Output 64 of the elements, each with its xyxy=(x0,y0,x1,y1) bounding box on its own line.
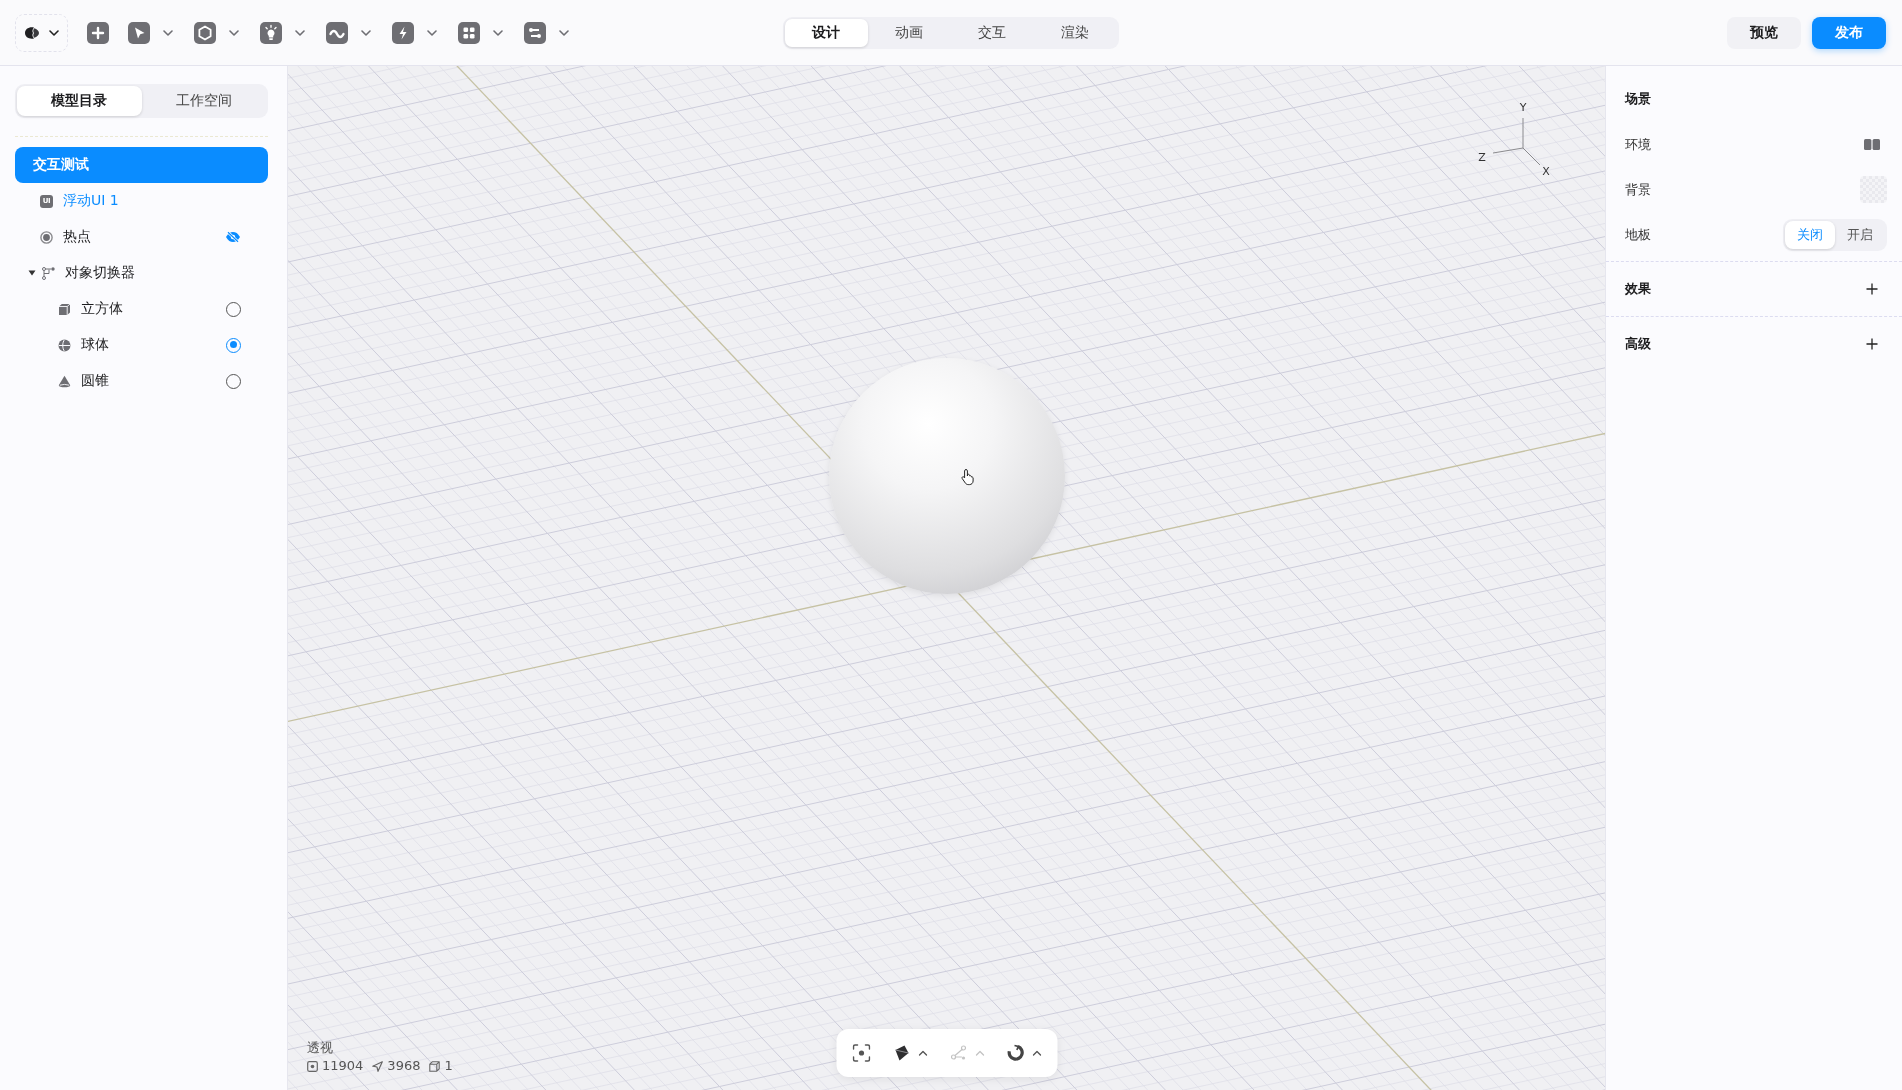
caret-icon[interactable] xyxy=(28,270,36,276)
target-icon xyxy=(40,230,53,244)
mode-tab[interactable]: 设计 xyxy=(784,18,868,47)
stat-value: 1 xyxy=(444,1057,453,1075)
plus-icon[interactable] xyxy=(87,21,109,44)
lightbulb-icon[interactable] xyxy=(260,21,282,44)
chevron-down-icon[interactable] xyxy=(229,29,239,36)
circular-arrow-icon[interactable] xyxy=(1006,1044,1024,1062)
leaf-logo-icon xyxy=(24,25,40,40)
projection-label: 透视 xyxy=(307,1039,334,1057)
focus-icon[interactable] xyxy=(852,1044,870,1062)
tree-item[interactable]: 圆锥 xyxy=(15,363,268,399)
arrow-outline-icon xyxy=(372,1060,384,1072)
section-title: 场景 xyxy=(1625,90,1651,108)
wave-icon[interactable] xyxy=(326,21,348,44)
mode-tab[interactable]: 交互 xyxy=(950,18,1034,47)
tree-item[interactable]: 球体 xyxy=(15,327,268,363)
lightning-icon[interactable] xyxy=(392,21,414,44)
section-title: 高级 xyxy=(1625,335,1651,353)
sliders-icon[interactable] xyxy=(524,21,546,44)
plus-icon[interactable] xyxy=(1866,338,1878,350)
tab[interactable]: 模型目录 xyxy=(17,86,142,116)
chevron-down-icon xyxy=(49,29,59,36)
axis-label: Y xyxy=(1519,101,1527,114)
tree-item[interactable]: 热点 xyxy=(15,219,268,255)
dot-square-icon xyxy=(307,1060,318,1072)
chevron-down-icon[interactable] xyxy=(163,29,173,36)
toggle-option[interactable]: 开启 xyxy=(1835,220,1885,249)
cube-outline-icon xyxy=(429,1060,441,1072)
eye-off-icon[interactable] xyxy=(225,231,241,243)
tab[interactable]: 工作空间 xyxy=(141,86,266,116)
chevron-down-icon[interactable] xyxy=(493,29,503,36)
branch-icon xyxy=(42,266,55,280)
chevron-down-icon[interactable] xyxy=(361,29,371,36)
tree-item[interactable]: 立方体 xyxy=(15,291,268,327)
chevron-down-icon[interactable] xyxy=(427,29,437,36)
property-label: 环境 xyxy=(1625,135,1651,154)
mode-tab[interactable]: 动画 xyxy=(867,18,951,47)
tree-item[interactable]: 对象切换器 xyxy=(15,255,268,291)
cone-icon xyxy=(58,374,71,388)
mode-tab[interactable]: 渲染 xyxy=(1033,18,1117,47)
solid-shape-icon[interactable] xyxy=(892,1044,910,1062)
toggle-option[interactable]: 关闭 xyxy=(1785,220,1835,249)
caret-up-icon[interactable] xyxy=(1032,1050,1041,1056)
axis-label: X xyxy=(1542,165,1550,178)
stat-value: 3968 xyxy=(387,1057,421,1075)
cube-icon xyxy=(58,302,71,316)
chevron-down-icon[interactable] xyxy=(295,29,305,36)
two-panel-icon[interactable] xyxy=(1864,139,1880,150)
caret-up-icon[interactable] xyxy=(918,1050,927,1056)
hand-cursor-icon xyxy=(960,468,976,486)
secondary-button[interactable]: 预览 xyxy=(1727,16,1801,49)
globe-icon xyxy=(58,338,71,352)
grid-icon[interactable] xyxy=(458,21,480,44)
property-label: 背景 xyxy=(1625,180,1651,199)
cursor-icon[interactable] xyxy=(128,21,150,44)
property-label: 地板 xyxy=(1625,225,1651,244)
section-title: 效果 xyxy=(1625,280,1651,298)
stat-value: 11904 xyxy=(322,1057,364,1075)
chevron-down-icon[interactable] xyxy=(559,29,569,36)
plus-icon[interactable] xyxy=(1866,283,1878,295)
axis-label: Z xyxy=(1478,151,1486,164)
3d-viewport[interactable]: Y Z X 透视 11904 3968 1 xyxy=(288,66,1605,1090)
logo-menu-button[interactable] xyxy=(15,13,68,52)
